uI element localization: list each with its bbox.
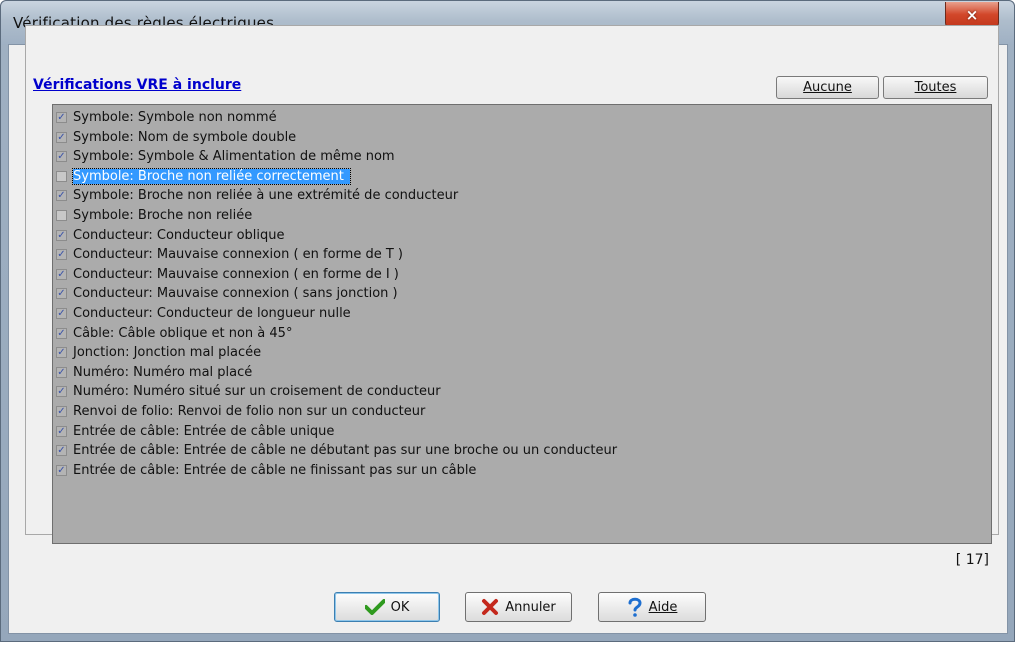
help-button-label: Aide: [648, 599, 678, 615]
check-list-item[interactable]: ✓ Conducteur: Conducteur de longueur null…: [56, 305, 956, 322]
checkbox[interactable]: ✓: [56, 151, 67, 163]
check-item-label: Numéro: Numéro situé sur un croisement d…: [73, 384, 441, 400]
check-list-item[interactable]: ✓ Entrée de câble: Entrée de câble unique: [56, 423, 956, 440]
check-list-item[interactable]: ✓ Entrée de câble: Entrée de câble ne déb…: [56, 442, 956, 459]
ok-button-label: OK: [390, 599, 410, 615]
check-item-label: Conducteur: Mauvaise connexion ( en form…: [73, 266, 399, 282]
checkbox[interactable]: ✓: [56, 288, 67, 300]
check-list-item[interactable]: Symbole: Broche non reliée correctement: [56, 167, 956, 185]
check-item-label: Symbole: Nom de symbole double: [73, 129, 297, 145]
checkbox[interactable]: ✓: [56, 327, 67, 339]
question-mark-icon: [628, 597, 642, 617]
check-item-label: Symbole: Symbole non nommé: [73, 110, 277, 125]
check-item-label: Renvoi de folio: Renvoi de folio non sur…: [73, 404, 426, 419]
check-item-label: Symbole: Broche non reliée correctement: [72, 167, 351, 185]
check-item-label: Conducteur: Conducteur oblique: [73, 227, 285, 243]
check-item-label: Entrée de câble: Entrée de câble ne fini…: [73, 462, 477, 478]
check-list-item[interactable]: ✓ Jonction: Jonction mal placée: [56, 344, 956, 361]
checkbox[interactable]: ✓: [56, 347, 67, 359]
check-item-label: Entrée de câble: Entrée de câble ne débu…: [73, 443, 618, 459]
cancel-button[interactable]: Annuler: [465, 592, 572, 622]
check-item-label: Entrée de câble: Entrée de câble unique: [73, 423, 335, 439]
check-list-item[interactable]: ✓ Symbole: Broche non reliée à une extrém…: [56, 187, 956, 204]
check-list-item[interactable]: Symbole: Broche non reliée: [56, 207, 956, 224]
none-button-label: Aucune: [803, 80, 852, 95]
checkbox[interactable]: ✓: [56, 268, 67, 280]
checkbox[interactable]: ✓: [56, 308, 67, 319]
x-mark-icon: [482, 599, 499, 615]
check-list-item[interactable]: ✓ Symbole: Symbole & Alimentation de même…: [56, 148, 956, 165]
check-list-item[interactable]: ✓ Câble: Câble oblique et non à 45°: [56, 325, 956, 342]
check-item-label: Symbole: Symbole & Alimentation de même …: [73, 149, 395, 165]
checkbox[interactable]: [56, 210, 67, 221]
help-button[interactable]: Aide: [598, 592, 706, 622]
check-item-label: Jonction: Jonction mal placée: [73, 345, 262, 361]
check-list-item[interactable]: ✓ Conducteur: Mauvaise connexion ( en for…: [56, 266, 956, 283]
check-item-label: Câble: Câble oblique et non à 45°: [73, 325, 293, 341]
checks-listbox[interactable]: ✓ Symbole: Symbole non nommé ✓ Symbole: Nom…: [52, 104, 992, 544]
check-item-label: Numéro: Numéro mal placé: [73, 364, 253, 380]
checkbox[interactable]: ✓: [56, 366, 67, 378]
checkbox[interactable]: ✓: [56, 386, 67, 398]
checkbox[interactable]: ✓: [56, 249, 67, 261]
check-item-label: Conducteur: Mauvaise connexion ( sans jo…: [73, 286, 398, 302]
section-title: Vérifications VRE à inclure: [33, 77, 242, 93]
check-list-item[interactable]: ✓ Entrée de câble: Entrée de câble ne fin…: [56, 462, 956, 479]
checkbox[interactable]: ✓: [56, 445, 67, 457]
close-icon: ×: [965, 5, 979, 24]
check-list-item[interactable]: ✓ Symbole: Nom de symbole double: [56, 129, 956, 146]
all-button-label: Toutes: [914, 80, 957, 95]
checkbox[interactable]: ✓: [56, 425, 67, 437]
checkmark-icon: [364, 599, 385, 615]
none-button[interactable]: Aucune: [776, 76, 879, 99]
checked-count: [ 17]: [955, 552, 989, 568]
check-item-label: Conducteur: Conducteur de longueur nulle: [73, 306, 351, 321]
check-item-label: Symbole: Broche non reliée: [73, 208, 253, 223]
checkbox[interactable]: ✓: [56, 131, 67, 143]
checkbox[interactable]: ✓: [56, 112, 67, 123]
all-button[interactable]: Toutes: [883, 76, 988, 99]
checkbox[interactable]: [56, 170, 67, 182]
check-list-item[interactable]: ✓ Renvoi de folio: Renvoi de folio non su…: [56, 403, 956, 420]
check-list-item[interactable]: ✓ Conducteur: Conducteur oblique: [56, 227, 956, 244]
check-item-label: Conducteur: Mauvaise connexion ( en form…: [73, 247, 403, 263]
check-item-label: Symbole: Broche non reliée à une extrémi…: [73, 188, 459, 204]
checkbox[interactable]: ✓: [56, 464, 67, 476]
checkbox[interactable]: ✓: [56, 406, 67, 417]
checkbox[interactable]: ✓: [56, 190, 67, 202]
checkbox[interactable]: ✓: [56, 229, 67, 241]
ok-button[interactable]: OK: [334, 592, 440, 622]
cancel-button-label: Annuler: [505, 599, 556, 615]
check-list-item[interactable]: ✓ Symbole: Symbole non nommé: [56, 109, 956, 126]
check-list-item[interactable]: ✓ Numéro: Numéro mal placé: [56, 364, 956, 381]
check-list-item[interactable]: ✓ Conducteur: Mauvaise connexion ( sans j…: [56, 285, 956, 302]
check-list-item[interactable]: ✓ Conducteur: Mauvaise connexion ( en for…: [56, 246, 956, 263]
check-list-item[interactable]: ✓ Numéro: Numéro situé sur un croisement …: [56, 383, 956, 400]
